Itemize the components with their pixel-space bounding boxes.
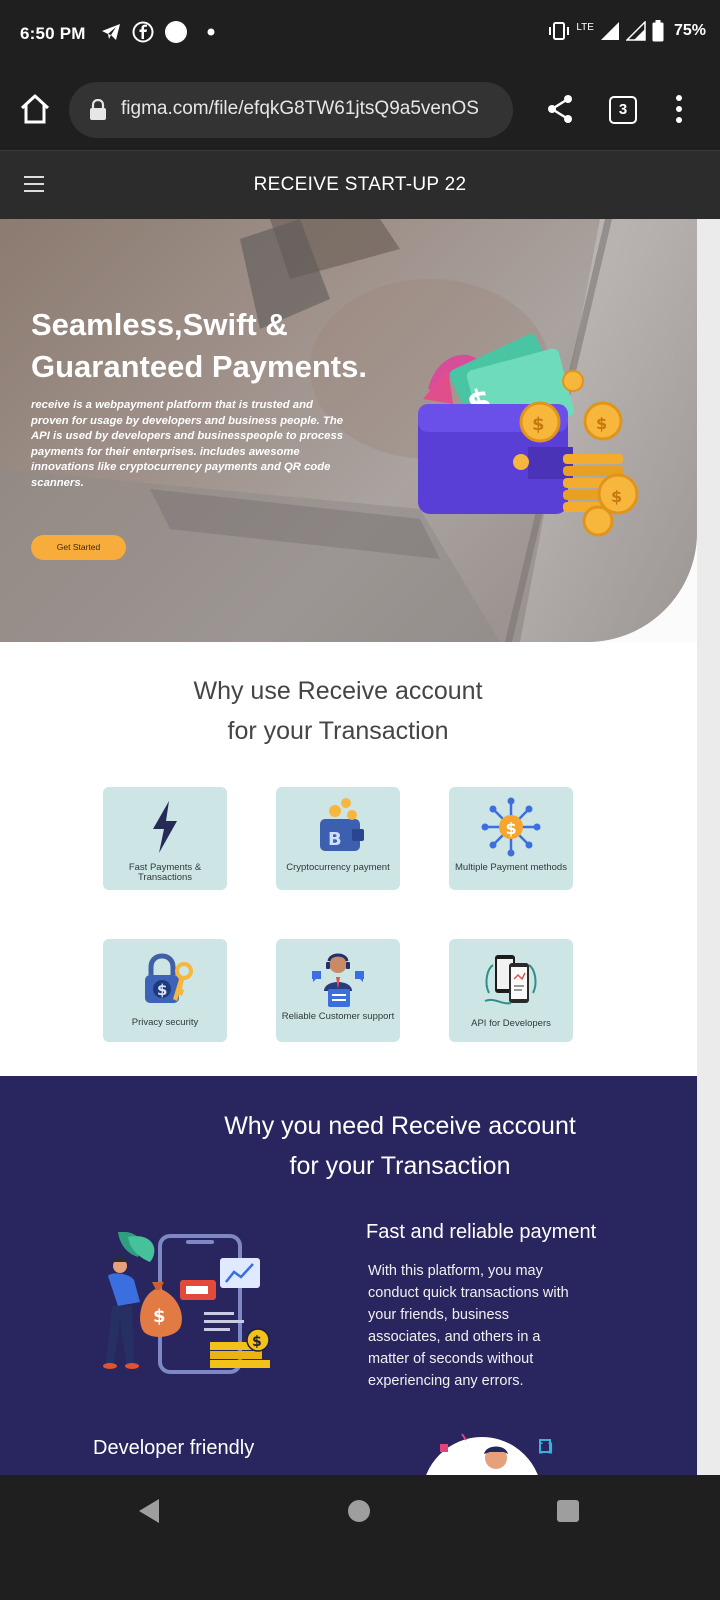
developer-friendly-title: Developer friendly (93, 1437, 255, 1459)
status-bar: 6:50 PM LTE 75% (0, 0, 720, 70)
hero-title-line1: Seamless,Swift & (31, 307, 288, 342)
svg-text:$: $ (506, 819, 517, 838)
svg-text:$: $ (252, 1334, 262, 1350)
why-need-title-line1: Why you need Receive account (224, 1112, 576, 1140)
why-need-section: Why you need Receive account for your Tr… (0, 1076, 697, 1475)
svg-text:$: $ (153, 1306, 166, 1327)
hero-description: receive is a webpayment platform that is… (31, 399, 344, 489)
telegram-icon (102, 24, 120, 40)
app-header: RECEIVE START-UP 22 (0, 150, 720, 219)
benefit-description: With this platform, you may conduct quic… (368, 1263, 569, 1389)
phone-api-icon (484, 955, 537, 1005)
padlock-key-icon: $ (145, 953, 193, 1003)
status-time: 6:50 PM (20, 24, 86, 43)
feature-card-fast-payments[interactable]: Fast Payments & Transactions (103, 787, 227, 890)
feature-label: Cryptocurrency payment (286, 862, 390, 873)
lte-label: LTE (576, 21, 594, 33)
status-system-icons: LTE 75% (548, 20, 706, 42)
svg-text:$: $ (532, 414, 545, 435)
facebook-icon (132, 21, 154, 43)
home-icon[interactable] (18, 92, 52, 126)
why-use-title-line2: for your Transaction (227, 717, 449, 745)
prototype-frame: Seamless,Swift & Guaranteed Payments. re… (0, 219, 697, 1475)
browser-toolbar: figma.com/file/efqkG8TW61jtsQ9a5venOS 3 (0, 70, 720, 150)
status-notification-icons (100, 20, 216, 44)
payment-person-illustration-icon: $ $ (103, 1232, 270, 1374)
figma-viewport[interactable]: Seamless,Swift & Guaranteed Payments. re… (0, 219, 720, 1475)
signal-icon (600, 22, 619, 40)
feature-card-privacy[interactable]: $ Privacy security (103, 939, 227, 1042)
svg-text:$: $ (157, 981, 167, 999)
payment-network-icon: $ (481, 797, 541, 857)
address-bar[interactable]: figma.com/file/efqkG8TW61jtsQ9a5venOS (69, 82, 513, 138)
signal-icon-2 (625, 21, 646, 41)
battery-icon (652, 20, 664, 42)
svg-text:$: $ (611, 487, 622, 506)
hero-section: Seamless,Swift & Guaranteed Payments. re… (0, 219, 697, 642)
feature-label: Fast Payments & Transactions (128, 862, 202, 883)
recents-icon[interactable] (557, 1500, 579, 1522)
feature-card-api[interactable]: API for Developers (449, 939, 573, 1042)
app-title: RECEIVE START-UP 22 (253, 174, 467, 195)
svg-text:$: $ (596, 414, 607, 433)
circle-notification-icon (165, 21, 187, 43)
why-need-title-line2: for your Transaction (289, 1152, 511, 1180)
lock-icon (90, 99, 106, 120)
svg-text:[ ]: [ ] (538, 1441, 553, 1455)
why-need-title: Why you need Receive account for your Tr… (160, 1106, 640, 1186)
battery-percent: 75% (673, 22, 706, 39)
feature-card-support[interactable]: Reliable Customer support (276, 939, 400, 1042)
why-use-title-line1: Why use Receive account (193, 677, 483, 705)
get-started-button[interactable]: Get Started (31, 535, 126, 560)
crypto-wallet-icon: B (320, 798, 364, 851)
dot-icon (207, 28, 215, 36)
feature-label: Privacy security (131, 1017, 199, 1028)
feature-label: Multiple Payment methods (455, 862, 567, 873)
more-vert-icon[interactable] (672, 94, 686, 124)
lightning-icon (153, 801, 177, 853)
feature-card-crypto[interactable]: B Cryptocurrency payment (276, 787, 400, 890)
feature-card-payment-methods[interactable]: $ Multiple Payment methods (449, 787, 573, 890)
android-navigation-bar (0, 1475, 720, 1600)
vibrate-icon (549, 22, 570, 40)
support-agent-icon (312, 953, 364, 1007)
feature-label: API for Developers (471, 1018, 551, 1029)
why-use-title: Why use Receive account for your Transac… (0, 671, 676, 751)
feature-label: Reliable Customer support (281, 1011, 395, 1022)
hero-title: Seamless,Swift & Guaranteed Payments. (31, 304, 411, 388)
benefit-title: Fast and reliable payment (366, 1221, 597, 1243)
share-icon[interactable] (546, 94, 574, 124)
tabs-icon[interactable]: 3 (609, 96, 637, 124)
home-circle-icon[interactable] (348, 1500, 370, 1522)
url-text[interactable]: figma.com/file/efqkG8TW61jtsQ9a5venOS (121, 98, 479, 120)
wallet-coins-illustration-icon: $ $ $ $ (418, 333, 639, 537)
developer-illustration-icon: [ ] (426, 1433, 553, 1475)
svg-text:B: B (328, 829, 342, 850)
back-icon[interactable] (137, 1498, 161, 1524)
hero-title-line2: Guaranteed Payments. (31, 349, 367, 384)
